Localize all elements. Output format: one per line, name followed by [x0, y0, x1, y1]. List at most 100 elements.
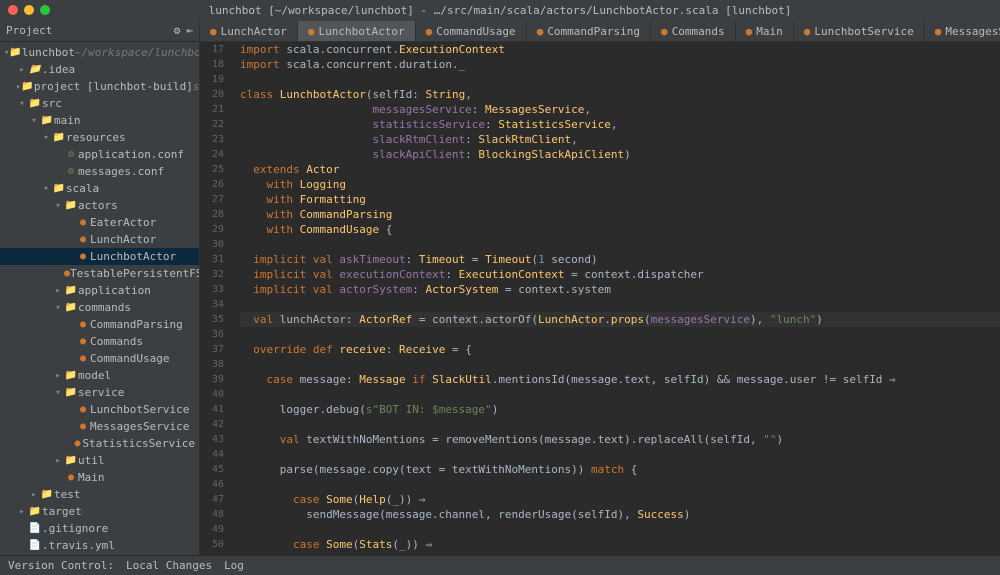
code-line[interactable]: with Logging — [240, 177, 1000, 192]
code-line[interactable]: with CommandUsage { — [240, 222, 1000, 237]
tree-node[interactable]: ●Main — [0, 469, 199, 486]
editor-tab[interactable]: ●CommandParsing — [527, 21, 651, 41]
code-line[interactable]: parse(message.copy(text = textWithNoMent… — [240, 462, 1000, 477]
tree-node[interactable]: ▾📁service — [0, 384, 199, 401]
editor-tab[interactable]: ●LunchActor — [200, 21, 298, 41]
code-line[interactable]: import scala.concurrent.duration._ — [240, 57, 1000, 72]
editor-tab[interactable]: ●Commands — [651, 21, 736, 41]
tree-node[interactable]: ●LunchbotActor — [0, 248, 199, 265]
code-line[interactable]: slackApiClient: BlockingSlackApiClient) — [240, 147, 1000, 162]
tree-node[interactable]: ⚙application.conf — [0, 146, 199, 163]
tree-node[interactable]: ▾📁main — [0, 112, 199, 129]
code-line[interactable] — [240, 327, 1000, 342]
expand-icon[interactable]: ▸ — [28, 490, 40, 500]
code-line[interactable]: with Formatting — [240, 192, 1000, 207]
log-tab[interactable]: Log — [224, 559, 244, 572]
expand-icon[interactable]: ▸ — [16, 65, 28, 75]
code-line[interactable]: implicit val actorSystem: ActorSystem = … — [240, 282, 1000, 297]
tree-node[interactable]: ●TestablePersistentFSM — [0, 265, 199, 282]
tree-node[interactable]: ▸📁application — [0, 282, 199, 299]
code-line[interactable]: case Some(Stats(_)) ⇒ — [240, 537, 1000, 552]
code-line[interactable] — [240, 417, 1000, 432]
project-header[interactable]: Project ⇤ — [0, 20, 199, 42]
minimize-icon[interactable] — [24, 5, 34, 15]
editor-tabs[interactable]: ●LunchActor●LunchbotActor●CommandUsage●C… — [200, 20, 1000, 42]
code-line[interactable]: slackRtmClient: SlackRtmClient, — [240, 132, 1000, 147]
expand-icon[interactable]: ▾ — [28, 116, 40, 126]
editor-tab[interactable]: ●LunchbotService — [794, 21, 925, 41]
expand-icon[interactable]: ▾ — [40, 184, 52, 194]
code-line[interactable]: sendMessage(message.channel, renderUsage… — [240, 507, 1000, 522]
expand-icon[interactable]: ▾ — [16, 99, 28, 109]
tree-node[interactable]: ▾📁src — [0, 95, 199, 112]
editor-tab[interactable]: ●Main — [736, 21, 794, 41]
tree-node[interactable]: ●EaterActor — [0, 214, 199, 231]
tree-node[interactable]: ▾📁lunchbot ~/workspace/lunchbot — [0, 44, 199, 61]
collapse-icon[interactable]: ⇤ — [186, 24, 193, 37]
editor-tab[interactable]: ●LunchbotActor — [298, 21, 416, 41]
code-line[interactable]: val textWithNoMentions = removeMentions(… — [240, 432, 1000, 447]
tree-node[interactable]: ▾📁commands — [0, 299, 199, 316]
expand-icon[interactable]: ▸ — [16, 507, 28, 517]
code-line[interactable]: statisticsService.getLunchmasterStatisti… — [240, 552, 1000, 555]
tree-node[interactable]: ▸📁model — [0, 367, 199, 384]
tree-node[interactable]: 📄.travis.yml — [0, 537, 199, 554]
code-line[interactable]: override def receive: Receive = { — [240, 342, 1000, 357]
code-line[interactable]: import scala.concurrent.ExecutionContext — [240, 42, 1000, 57]
tree-node[interactable]: 📄build.sbt — [0, 554, 199, 555]
code-line[interactable] — [240, 237, 1000, 252]
code-line[interactable]: val lunchActor: ActorRef = context.actor… — [240, 312, 1000, 327]
code-line[interactable]: with CommandParsing — [240, 207, 1000, 222]
expand-icon[interactable]: ▸ — [52, 371, 64, 381]
tree-node[interactable]: ●StatisticsService — [0, 435, 199, 452]
local-changes-tab[interactable]: Local Changes — [126, 559, 212, 572]
code-line[interactable] — [240, 522, 1000, 537]
tree-node[interactable]: ▾📁actors — [0, 197, 199, 214]
code-line[interactable]: statisticsService: StatisticsService, — [240, 117, 1000, 132]
expand-icon[interactable]: ▸ — [52, 456, 64, 466]
code-lines[interactable]: import scala.concurrent.ExecutionContext… — [230, 42, 1000, 555]
tree-node[interactable]: 📄.gitignore — [0, 520, 199, 537]
tree-node[interactable]: ▸📁target — [0, 503, 199, 520]
expand-icon[interactable]: ▾ — [52, 201, 64, 211]
tree-node[interactable]: ▸📁project [lunchbot-build] sources root — [0, 78, 199, 95]
tree-node[interactable]: ●LunchActor — [0, 231, 199, 248]
tree-node[interactable]: ●CommandParsing — [0, 316, 199, 333]
expand-icon[interactable]: ▾ — [52, 388, 64, 398]
tree-node[interactable]: ●MessagesService — [0, 418, 199, 435]
window-controls[interactable] — [8, 5, 50, 15]
tree-node[interactable]: ●Commands — [0, 333, 199, 350]
code-line[interactable]: extends Actor — [240, 162, 1000, 177]
code-line[interactable] — [240, 297, 1000, 312]
gear-icon[interactable] — [174, 24, 181, 37]
tree-node[interactable]: ▾📁resources — [0, 129, 199, 146]
code-line[interactable] — [240, 357, 1000, 372]
tree-node[interactable]: ⚙messages.conf — [0, 163, 199, 180]
expand-icon[interactable]: ▾ — [52, 303, 64, 313]
code-line[interactable] — [240, 387, 1000, 402]
code-line[interactable] — [240, 72, 1000, 87]
vcs-label[interactable]: Version Control: — [8, 559, 114, 572]
tree-node[interactable]: ▸📁.idea — [0, 61, 199, 78]
code-line[interactable]: case Some(Help(_)) ⇒ — [240, 492, 1000, 507]
tree-node[interactable]: ●CommandUsage — [0, 350, 199, 367]
expand-icon[interactable]: ▸ — [52, 286, 64, 296]
tree-node[interactable]: ▸📁test — [0, 486, 199, 503]
code-line[interactable]: case message: Message if SlackUtil.menti… — [240, 372, 1000, 387]
code-editor[interactable]: 1718192021222324252627282930313233343536… — [200, 42, 1000, 555]
code-line[interactable]: class LunchbotActor(selfId: String, — [240, 87, 1000, 102]
project-tree[interactable]: ▾📁lunchbot ~/workspace/lunchbot▸📁.idea▸📁… — [0, 42, 199, 555]
code-line[interactable]: implicit val executionContext: Execution… — [240, 267, 1000, 282]
code-line[interactable]: logger.debug(s"BOT IN: $message") — [240, 402, 1000, 417]
tree-node[interactable]: ▸📁util — [0, 452, 199, 469]
code-line[interactable]: messagesService: MessagesService, — [240, 102, 1000, 117]
editor-tab[interactable]: ●CommandUsage — [416, 21, 527, 41]
code-line[interactable] — [240, 447, 1000, 462]
tree-node[interactable]: ●LunchbotService — [0, 401, 199, 418]
expand-icon[interactable]: ▾ — [40, 133, 52, 143]
close-icon[interactable] — [8, 5, 18, 15]
code-line[interactable] — [240, 477, 1000, 492]
editor-tab[interactable]: ●MessagesService — [925, 21, 1000, 41]
tree-node[interactable]: ▾📁scala — [0, 180, 199, 197]
code-line[interactable]: implicit val askTimeout: Timeout = Timeo… — [240, 252, 1000, 267]
